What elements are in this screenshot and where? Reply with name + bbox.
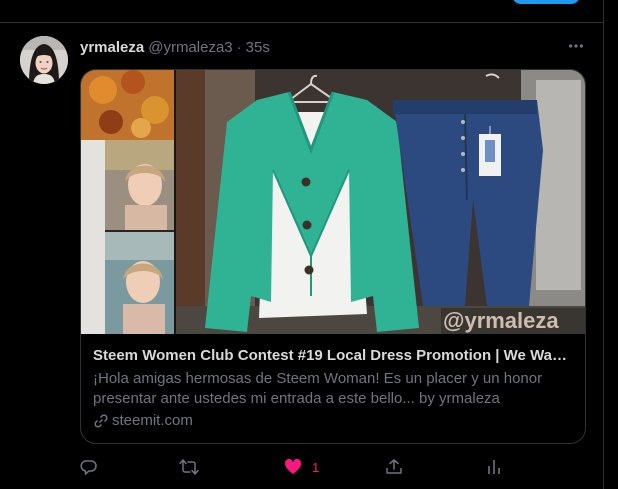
card-description: ¡Hola amigas hermosas de Steem Woman! Es… <box>93 370 543 407</box>
card-image[interactable]: @yrmaleza <box>81 70 585 334</box>
card-text: Steem Women Club Contest #19 Local Dress… <box>93 346 573 431</box>
avatar-photo <box>20 36 68 84</box>
more-horizontal-icon <box>568 44 584 48</box>
card-domain[interactable]: steemit.com <box>93 411 573 431</box>
reply-button[interactable] <box>72 453 106 481</box>
more-button[interactable] <box>565 35 587 57</box>
user-handle[interactable]: @yrmaleza3 <box>148 39 232 56</box>
card-title[interactable]: Steem Women Club Contest #19 Local Dress… <box>93 346 573 366</box>
top-action-button[interactable] <box>512 0 580 4</box>
reply-icon <box>80 460 97 475</box>
retweet-button[interactable] <box>172 453 206 481</box>
retweet-icon <box>179 459 199 475</box>
analytics-button[interactable] <box>477 453 511 481</box>
tweet[interactable]: yrmaleza @yrmaleza3 · 35s @yrmaleza Stee… <box>0 23 603 489</box>
card-domain-text: steemit.com <box>112 412 193 429</box>
like-button[interactable]: 1 <box>276 453 319 481</box>
share-icon <box>386 459 402 474</box>
avatar[interactable] <box>20 36 68 84</box>
heart-filled-icon <box>284 458 302 474</box>
separator-dot: · <box>236 38 242 56</box>
action-bar: 1 <box>70 453 510 481</box>
right-rail <box>604 0 618 489</box>
share-button[interactable] <box>377 453 411 481</box>
tweet-header: yrmaleza @yrmaleza3 · 35s <box>80 37 270 57</box>
link-icon <box>94 414 108 428</box>
timestamp[interactable]: 35s <box>246 39 270 56</box>
analytics-icon <box>488 460 500 474</box>
image-watermark: @yrmaleza <box>443 308 559 333</box>
link-card[interactable]: @yrmaleza Steem Women Club Contest #19 L… <box>80 69 586 444</box>
display-name[interactable]: yrmaleza <box>80 39 144 56</box>
like-count: 1 <box>312 459 320 475</box>
